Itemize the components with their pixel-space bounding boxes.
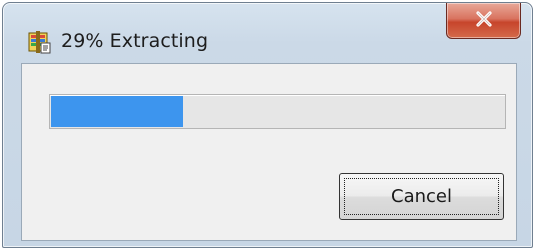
- cancel-button-label: Cancel: [391, 186, 452, 207]
- dialog-body: Cancel: [21, 63, 517, 241]
- close-button[interactable]: [446, 3, 521, 39]
- progress-bar: [49, 94, 506, 129]
- archive-extract-icon: [26, 29, 52, 55]
- window-title: 29% Extracting: [61, 30, 209, 52]
- close-icon: [475, 10, 493, 31]
- progress-bar-fill: [51, 96, 183, 127]
- extract-progress-dialog: 29% Extracting Cancel: [2, 2, 533, 248]
- title-bar[interactable]: 29% Extracting: [3, 3, 532, 63]
- cancel-button[interactable]: Cancel: [339, 173, 504, 220]
